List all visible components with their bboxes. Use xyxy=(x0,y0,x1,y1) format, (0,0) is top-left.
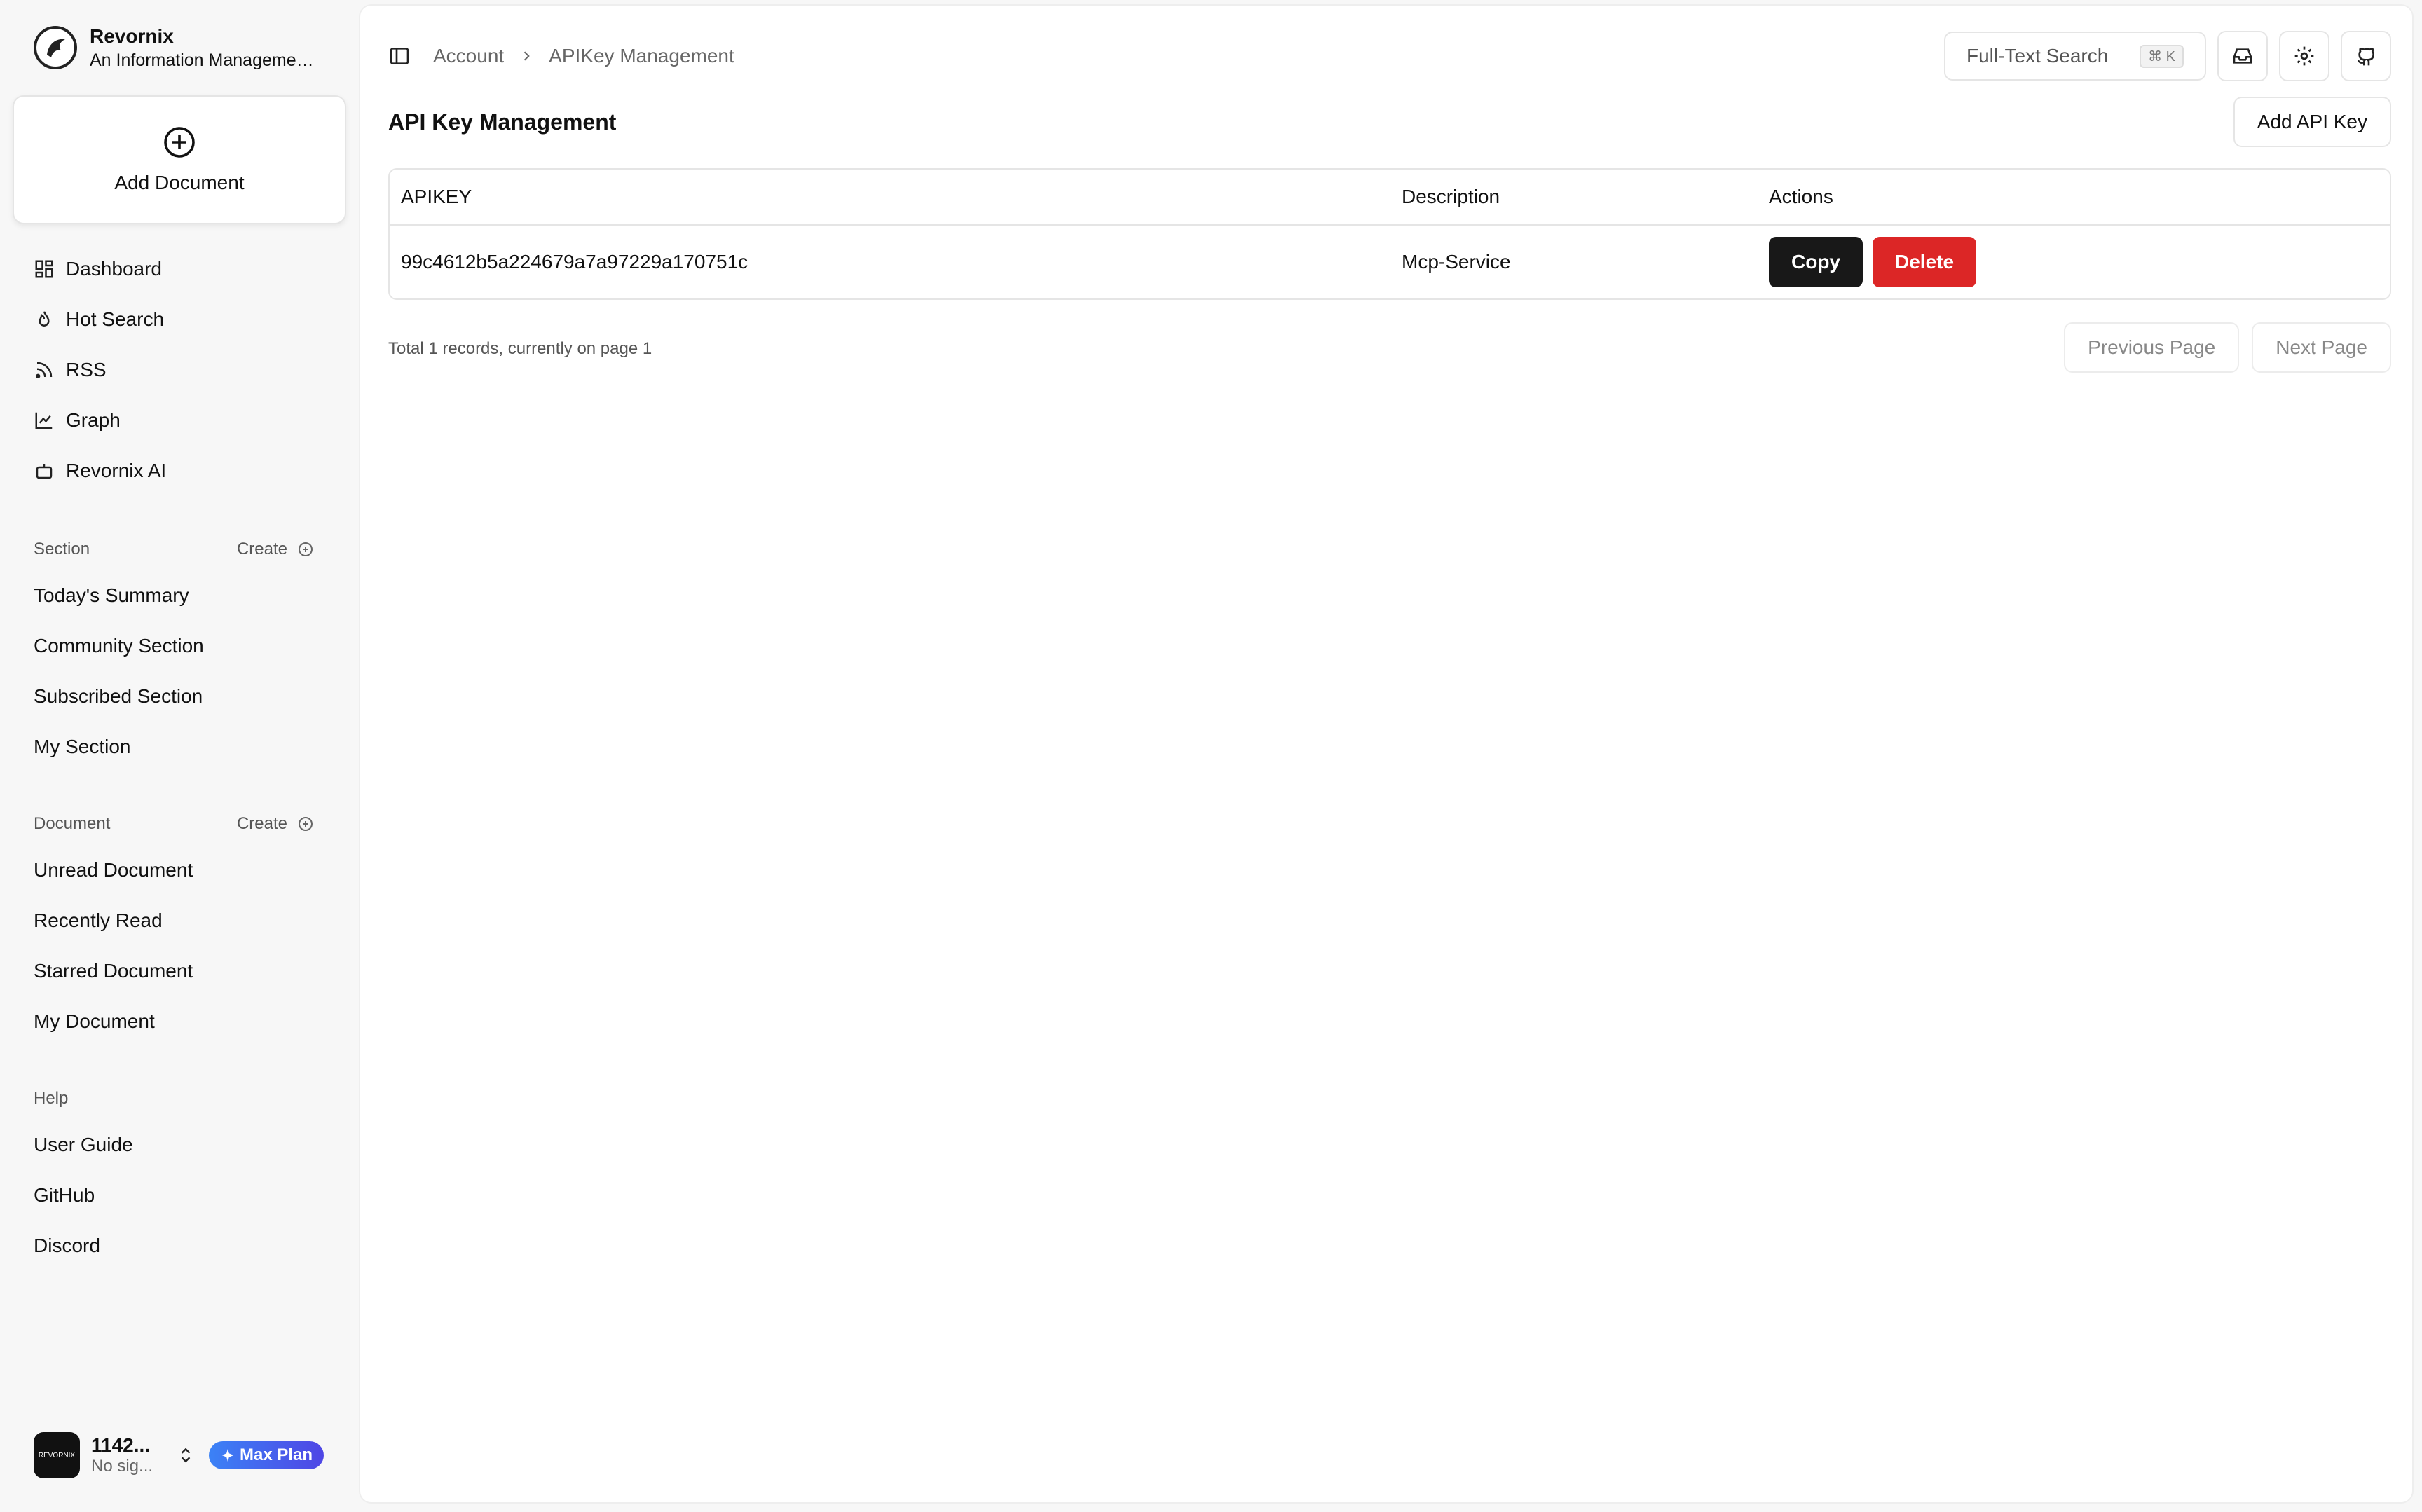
next-page-button[interactable]: Next Page xyxy=(2252,322,2391,373)
help-item-github[interactable]: GitHub xyxy=(34,1170,328,1221)
nav-label: Hot Search xyxy=(66,308,165,330)
table-row: 99c4612b5a224679a7a97229a170751c Mcp-Ser… xyxy=(390,226,2390,298)
user-signature: No sig... xyxy=(91,1457,153,1476)
main-panel: Account APIKey Management Full-Text Sear… xyxy=(359,4,2414,1504)
sidebar: Revornix An Information Management Tool … xyxy=(0,0,357,1512)
gear-icon xyxy=(2294,46,2314,66)
create-section-button[interactable]: Create xyxy=(237,539,314,559)
create-document-button[interactable]: Create xyxy=(237,814,314,834)
brand-logo-icon xyxy=(34,26,77,69)
brand-name: Revornix xyxy=(90,25,174,47)
bot-icon xyxy=(36,464,53,479)
section-item-my-section[interactable]: My Section xyxy=(34,722,328,772)
sidebar-toggle-icon[interactable] xyxy=(388,45,411,67)
copy-button[interactable]: Copy xyxy=(1769,237,1863,287)
section-item-subscribed[interactable]: Subscribed Section xyxy=(34,671,328,722)
user-name: 1142... xyxy=(91,1434,151,1456)
apikey-table: APIKEY Description Actions 99c4612b5a224… xyxy=(388,168,2391,300)
avatar[interactable]: REVORNIX xyxy=(34,1432,80,1478)
document-group-title: Document xyxy=(34,814,111,833)
nav-item-rss[interactable]: RSS xyxy=(34,345,328,395)
settings-button[interactable] xyxy=(2279,31,2329,81)
plus-circle-icon xyxy=(299,542,313,556)
rss-icon xyxy=(36,362,53,378)
github-icon xyxy=(2357,47,2375,66)
search-shortcut: ⌘ K xyxy=(2140,44,2184,68)
dashboard-icon xyxy=(35,260,53,278)
nav-label: RSS xyxy=(66,359,107,380)
create-label: Create xyxy=(236,814,287,833)
help-item-user-guide[interactable]: User Guide xyxy=(34,1120,328,1170)
search-label: Full-Text Search xyxy=(1966,45,2109,67)
nav-item-dashboard[interactable]: Dashboard xyxy=(34,244,328,294)
add-document-label: Add Document xyxy=(114,172,245,193)
section-list: Today's Summary Community Section Subscr… xyxy=(34,570,328,772)
user-panel: REVORNIX 1142... No sig... Max Plan xyxy=(34,1432,328,1478)
previous-page-button[interactable]: Previous Page xyxy=(2064,322,2240,373)
chevron-up-down-icon[interactable] xyxy=(177,1445,195,1466)
main-nav: Dashboard Hot Search RSS Graph Revornix … xyxy=(34,244,328,496)
github-button[interactable] xyxy=(2341,31,2391,81)
cell-description: Mcp-Service xyxy=(1402,251,1511,273)
document-item-my-document[interactable]: My Document xyxy=(34,996,328,1047)
column-header-actions: Actions xyxy=(1769,186,1833,207)
breadcrumb-current: APIKey Management xyxy=(549,45,734,67)
nav-item-revornix-ai[interactable]: Revornix AI xyxy=(34,446,328,496)
help-item-discord[interactable]: Discord xyxy=(34,1221,328,1271)
page-title: API Key Management xyxy=(388,109,617,135)
avatar-text: REVORNIX xyxy=(38,1451,76,1459)
flame-icon xyxy=(39,311,50,327)
column-header-apikey: APIKEY xyxy=(401,186,472,207)
inbox-button[interactable] xyxy=(2217,31,2268,81)
brand-subtitle: An Information Management Tool xyxy=(90,50,322,70)
section-item-community[interactable]: Community Section xyxy=(34,621,328,671)
nav-label: Revornix AI xyxy=(66,460,167,481)
nav-label: Graph xyxy=(66,409,121,431)
document-item-recently-read[interactable]: Recently Read xyxy=(34,895,328,946)
create-label: Create xyxy=(236,539,287,558)
column-header-description: Description xyxy=(1402,186,1500,207)
brand[interactable]: Revornix An Information Management Tool xyxy=(34,24,322,71)
plan-badge[interactable]: Max Plan xyxy=(209,1441,324,1469)
document-item-unread[interactable]: Unread Document xyxy=(34,845,328,895)
section-item-todays-summary[interactable]: Today's Summary xyxy=(34,570,328,621)
inbox-icon xyxy=(2233,48,2252,64)
add-document-button[interactable]: Add Document xyxy=(13,95,346,224)
document-group-header: Document Create xyxy=(34,814,314,834)
nav-item-hot-search[interactable]: Hot Search xyxy=(34,294,328,345)
nav-label: Dashboard xyxy=(66,258,162,280)
sparkle-icon xyxy=(221,1448,234,1462)
add-api-key-button[interactable]: Add API Key xyxy=(2233,97,2391,147)
breadcrumb-account[interactable]: Account xyxy=(433,45,504,67)
table-header: APIKEY Description Actions xyxy=(390,170,2390,226)
document-item-starred[interactable]: Starred Document xyxy=(34,946,328,996)
graph-icon xyxy=(35,412,53,429)
section-group-title: Section xyxy=(34,539,90,558)
delete-button[interactable]: Delete xyxy=(1873,237,1977,287)
topbar: Account APIKey Management Full-Text Sear… xyxy=(388,31,2391,81)
cell-apikey: 99c4612b5a224679a7a97229a170751c xyxy=(401,251,748,273)
document-list: Unread Document Recently Read Starred Do… xyxy=(34,845,328,1047)
plus-circle-icon xyxy=(299,817,313,831)
help-group-header: Help xyxy=(34,1089,314,1108)
cell-actions: Copy Delete xyxy=(1769,237,2390,287)
nav-item-graph[interactable]: Graph xyxy=(34,395,328,446)
plus-circle-icon xyxy=(164,127,195,158)
full-text-search-button[interactable]: Full-Text Search ⌘ K xyxy=(1944,32,2206,81)
help-group-title: Help xyxy=(34,1089,69,1108)
chevron-right-icon xyxy=(524,51,530,61)
section-group-header: Section Create xyxy=(34,539,314,559)
plan-label: Max Plan xyxy=(240,1445,313,1464)
breadcrumb: Account APIKey Management xyxy=(388,45,1944,67)
help-list: User Guide GitHub Discord xyxy=(34,1120,328,1271)
pagination-info: Total 1 records, currently on page 1 xyxy=(388,339,652,358)
pagination: Previous Page Next Page xyxy=(2051,322,2391,373)
